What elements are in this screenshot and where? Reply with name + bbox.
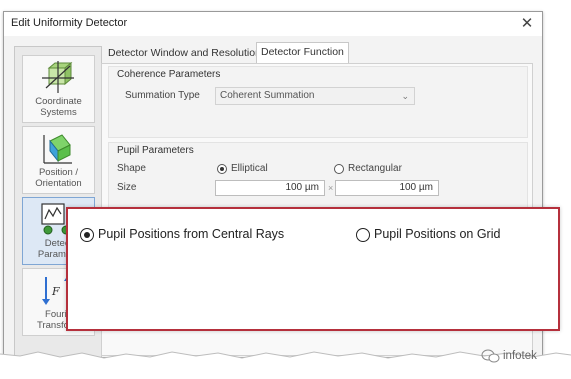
sidebar-item-label: Coordinate Systems <box>35 96 82 118</box>
summation-type-label: Summation Type <box>125 90 200 101</box>
svg-text:F: F <box>51 285 60 298</box>
tab-detector-function[interactable]: Detector Function <box>256 42 349 64</box>
pupil-positions-central-rays-label: Pupil Positions from Central Rays <box>98 227 285 241</box>
title-bar: Edit Uniformity Detector ✕ <box>4 12 542 36</box>
sidebar-item-coordinate-systems[interactable]: Coordinate Systems <box>22 55 95 123</box>
shape-label: Shape <box>117 163 146 174</box>
shape-elliptical-label: Elliptical <box>231 163 268 174</box>
tab-detector-window-resolution[interactable]: Detector Window and Resolution <box>104 44 265 63</box>
size-label: Size <box>117 182 137 193</box>
group-title: Coherence Parameters <box>117 69 221 80</box>
size-y-input[interactable]: 100 µm <box>335 180 439 196</box>
coordinate-axes-icon <box>42 61 74 93</box>
sidebar-item-label: Position / Orientation <box>35 167 82 189</box>
shape-elliptical-radio[interactable] <box>217 164 227 174</box>
tab-strip: Detector Window and Resolution Detector … <box>104 42 524 64</box>
group-title: Pupil Parameters <box>117 145 194 156</box>
watermark-text: infotek <box>503 350 537 362</box>
size-x-input[interactable]: 100 µm <box>215 180 325 196</box>
dialog-title: Edit Uniformity Detector <box>11 17 128 29</box>
close-icon[interactable]: ✕ <box>516 14 538 34</box>
pupil-positions-on-grid-radio[interactable] <box>356 228 370 242</box>
pupil-parameters-group: Pupil Parameters Shape Elliptical Rectan… <box>108 142 528 214</box>
pupil-positions-central-rays-radio[interactable] <box>80 228 94 242</box>
wechat-icon <box>481 349 500 363</box>
pupil-position-zoom-callout: Pupil Positions from Central Rays Pupil … <box>66 207 560 331</box>
pupil-positions-on-grid-label: Pupil Positions on Grid <box>374 227 501 241</box>
chevron-down-icon: ⌄ <box>401 91 409 101</box>
shape-rectangular-label: Rectangular <box>348 163 402 174</box>
sidebar-item-position-orientation[interactable]: Position / Orientation <box>22 126 95 194</box>
coherence-parameters-group: Coherence Parameters Summation Type Cohe… <box>108 66 528 138</box>
summation-type-dropdown[interactable]: Coherent Summation ⌄ <box>215 87 415 105</box>
position-orientation-icon <box>43 134 72 164</box>
dropdown-value: Coherent Summation <box>220 90 315 101</box>
times-symbol: × <box>328 183 334 193</box>
shape-rectangular-radio[interactable] <box>334 164 344 174</box>
